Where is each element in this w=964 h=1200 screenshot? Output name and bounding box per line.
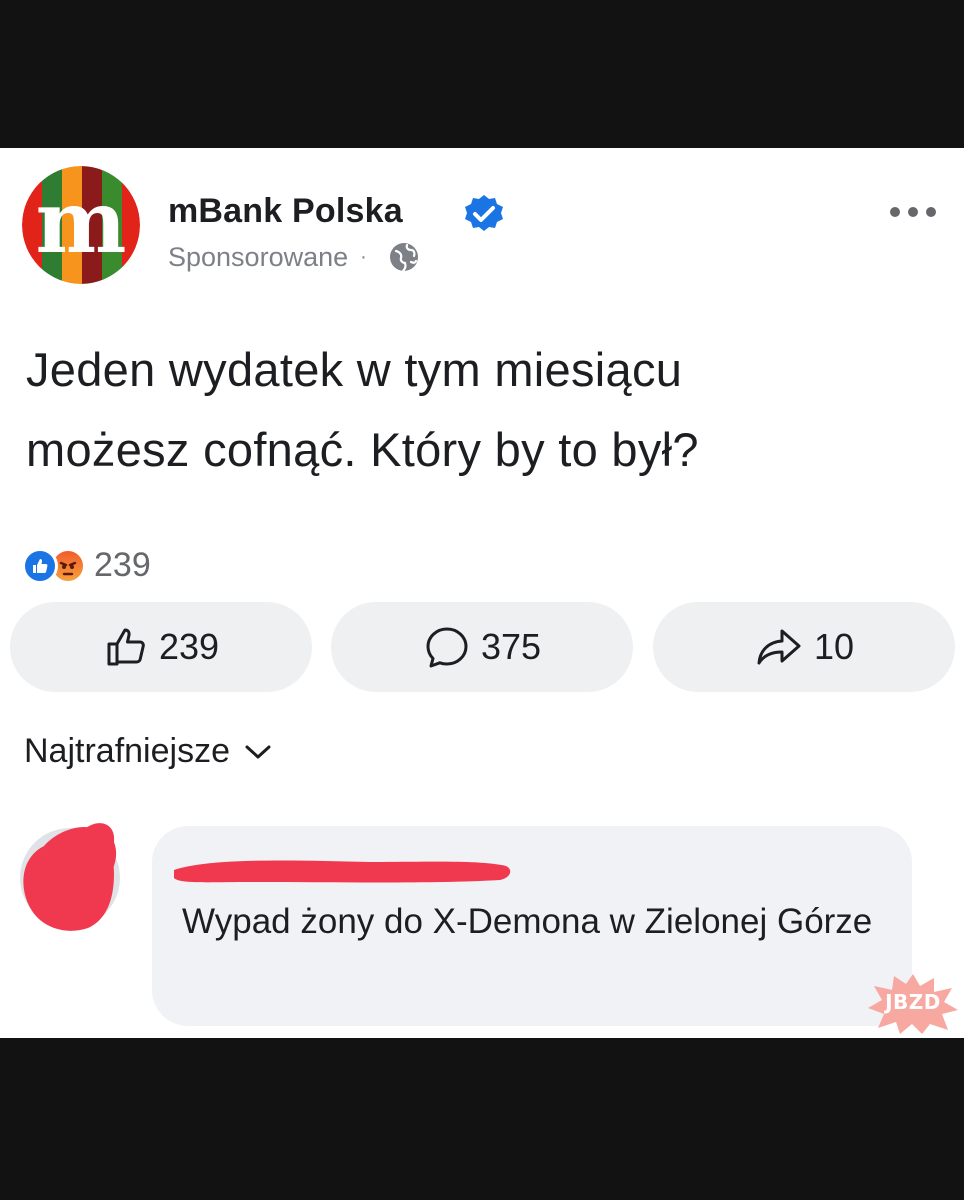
page-avatar-logo[interactable]: m [22, 166, 140, 284]
post-text-line-1: Jeden wydatek w tym miesiącu [26, 343, 683, 396]
comment-bubble: Wypad żony do X-Demona w Zielonej Górze [152, 826, 912, 1026]
meta-separator: · [360, 245, 367, 268]
share-button[interactable]: 10 [653, 602, 955, 692]
sponsored-label[interactable]: Sponsorowane [168, 242, 348, 273]
more-options-icon[interactable] [888, 204, 938, 220]
chevron-down-icon [245, 745, 271, 758]
comment-count: 375 [480, 626, 542, 667]
like-count: 239 [158, 626, 220, 667]
post-meta: Sponsorowane · [168, 240, 421, 274]
jbzd-watermark: JBZD [868, 972, 958, 1034]
sort-label: Najtrafniejsze [24, 732, 230, 770]
like-button[interactable]: 239 [10, 602, 312, 692]
comment-author-avatar[interactable] [20, 823, 120, 931]
avatar-redaction-scribble [23, 823, 117, 931]
comment-button[interactable]: 375 [331, 602, 633, 692]
share-count: 10 [813, 626, 855, 667]
like-reaction-icon [22, 547, 58, 584]
comment-bubble-icon [426, 627, 468, 668]
post-card: m mBank Polska Sponsorowane · Jeden wyda… [0, 148, 964, 1038]
author-name-redaction [174, 860, 511, 883]
reactions-summary[interactable]: 239 [22, 546, 151, 585]
share-arrow-icon [757, 629, 801, 665]
globe-icon[interactable] [387, 240, 421, 274]
comment-text: Wypad żony do X-Demona w Zielonej Górze [182, 902, 873, 941]
watermark-text: JBZD [885, 990, 941, 1014]
mbank-logo-icon: m [22, 166, 140, 284]
page-name-link[interactable]: mBank Polska [168, 192, 403, 231]
logo-letter: m [36, 172, 127, 273]
thumbs-up-icon [107, 628, 145, 666]
verified-badge-icon [465, 195, 503, 231]
comment-sort-dropdown[interactable]: Najtrafniejsze [24, 732, 272, 771]
post-text-line-2: możesz cofnąć. Który by to był? [26, 423, 699, 476]
post-body-text: Jeden wydatek w tym miesiącu możesz cofn… [26, 330, 946, 490]
reactions-count: 239 [94, 546, 151, 584]
